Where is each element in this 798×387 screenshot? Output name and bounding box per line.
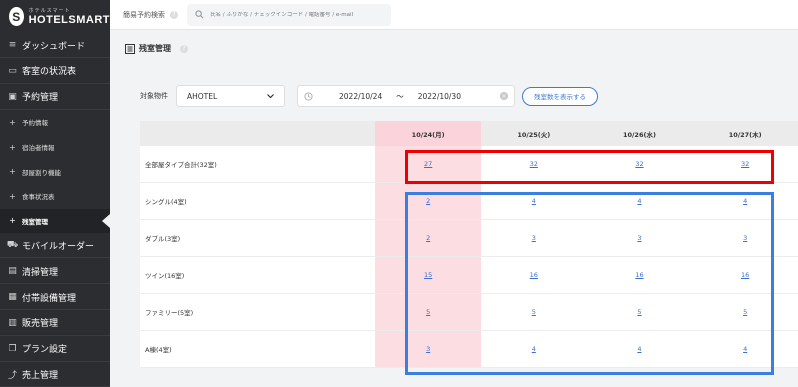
date-range-picker[interactable]: 2022/10/24 〜 2022/10/30 ×	[297, 85, 515, 107]
bed-icon: ▭	[8, 65, 17, 76]
column-header: 10/27(木)	[728, 130, 762, 139]
register-icon: ▥	[8, 317, 17, 328]
sidebar-item[interactable]: ⛟ モバイルオーダー	[0, 233, 110, 259]
sidebar-item[interactable]: ▤ 清掃管理	[0, 259, 110, 285]
property-select-value: AHOTEL	[187, 91, 218, 101]
top-bar: 簡易予約検索 ?	[110, 0, 798, 30]
room-type-label: A棟(4室)	[145, 346, 172, 354]
sidebar-item-label: プラン設定	[22, 345, 68, 356]
sidebar-item-label: 宿泊者情報	[22, 144, 55, 152]
help-icon[interactable]: ?	[180, 44, 188, 53]
sidebar-item-label: ダッシュボード	[22, 41, 86, 52]
room-type-label: ファミリー(5室)	[145, 309, 194, 317]
search-input[interactable]	[210, 11, 390, 18]
page-header: 残室管理 ?	[125, 43, 188, 54]
date-to[interactable]: 2022/10/30	[418, 92, 461, 101]
clear-icon[interactable]: ×	[500, 92, 508, 100]
sidebar-item[interactable]: ❐ プラン設定	[0, 337, 110, 362]
logo-title: HOTELSMART	[28, 13, 110, 26]
help-icon[interactable]: ?	[170, 10, 178, 19]
sidebar-item[interactable]: + 食事状況表	[0, 184, 110, 208]
sidebar-item[interactable]: ▥ 販売管理	[0, 311, 110, 336]
sidebar-item-label: 食事状況表	[22, 193, 55, 202]
quick-search-label: 簡易予約検索	[123, 10, 165, 19]
filter-row: 対象物件 AHOTEL 2022/10/24 〜 2022/10/30 × 残室…	[140, 85, 598, 107]
room-type-label: ツイン(16室)	[145, 272, 185, 280]
chevron-down-icon	[267, 93, 274, 98]
highlight-room-type-rows	[405, 192, 774, 375]
sidebar-item[interactable]: + 予約情報	[0, 110, 110, 134]
date-separator: 〜	[396, 91, 404, 101]
plus-icon: +	[9, 216, 16, 226]
cart-icon: ⛟	[6, 239, 19, 250]
column-header: 10/26(水)	[623, 130, 656, 139]
sidebar-item-label: 売上管理	[22, 370, 59, 381]
sidebar-item-label: 部屋割り機能	[22, 168, 61, 177]
date-from[interactable]: 2022/10/24	[339, 92, 382, 101]
sidebar-item[interactable]: ≡ ダッシュボード	[0, 33, 110, 58]
sidebar-item[interactable]: ▦ 付帯設備管理	[0, 285, 110, 310]
room-type-label: シングル(4室)	[145, 198, 187, 206]
sidebar-item[interactable]: ⤴ 売上管理	[0, 362, 110, 387]
sidebar-item[interactable]: ▭ 客室の状況表	[0, 59, 110, 84]
app-logo[interactable]: S ホテルスマート HOTELSMART	[0, 0, 110, 33]
sidebar-item[interactable]: ▣ 予約管理	[0, 85, 110, 110]
sidebar-item-label: 販売管理	[22, 319, 59, 330]
property-select[interactable]: AHOTEL	[176, 85, 285, 107]
plus-icon: +	[9, 191, 16, 201]
copy-icon: ❐	[8, 343, 17, 354]
menu-icon: ≡	[8, 40, 17, 50]
clipboard-icon: ▤	[8, 266, 17, 277]
sidebar-item-label: モバイルオーダー	[22, 241, 95, 252]
plus-icon: +	[9, 117, 16, 127]
logo-mark-icon: S	[9, 7, 24, 26]
sidebar-item-label: 予約管理	[22, 93, 59, 104]
list-icon	[125, 43, 135, 54]
grid-icon: ▦	[8, 292, 17, 302]
room-type-label: ダブル(3室)	[145, 235, 181, 243]
sidebar-item[interactable]: + 残室管理	[0, 208, 110, 233]
clock-icon	[304, 91, 313, 101]
search-box[interactable]	[187, 3, 391, 26]
sidebar-item[interactable]: + 部屋割り機能	[0, 160, 110, 184]
highlight-total-row	[405, 150, 774, 184]
room-type-label: 全部屋タイプ合計(32室)	[145, 161, 217, 169]
chart-icon: ⤴	[7, 370, 17, 381]
property-label: 対象物件	[140, 92, 168, 100]
table-header-row: 10/24(月) 10/25(火) 10/26(水) 10/27(木)	[140, 121, 798, 146]
sidebar: S ホテルスマート HOTELSMART ≡ ダッシュボード ▭ 客室の状況表 ▣ 予約管…	[0, 0, 110, 387]
sidebar-item-label: 残室管理	[22, 217, 48, 226]
calendar-icon: ▣	[8, 91, 17, 102]
page-title: 残室管理	[139, 44, 171, 53]
show-vacancy-button[interactable]: 残室数を表示する	[522, 86, 598, 106]
plus-icon: +	[9, 167, 16, 177]
sidebar-item-label: 付帯設備管理	[22, 293, 77, 304]
sidebar-item-label: 清掃管理	[22, 267, 59, 278]
plus-icon: +	[9, 142, 16, 152]
sidebar-item-label: 予約情報	[22, 119, 48, 128]
search-icon	[195, 10, 204, 19]
column-header: 10/24(月)	[375, 121, 481, 146]
sidebar-item[interactable]: + 宿泊者情報	[0, 135, 110, 159]
sidebar-item-label: 客室の状況表	[22, 67, 77, 78]
column-header: 10/25(火)	[517, 130, 551, 139]
